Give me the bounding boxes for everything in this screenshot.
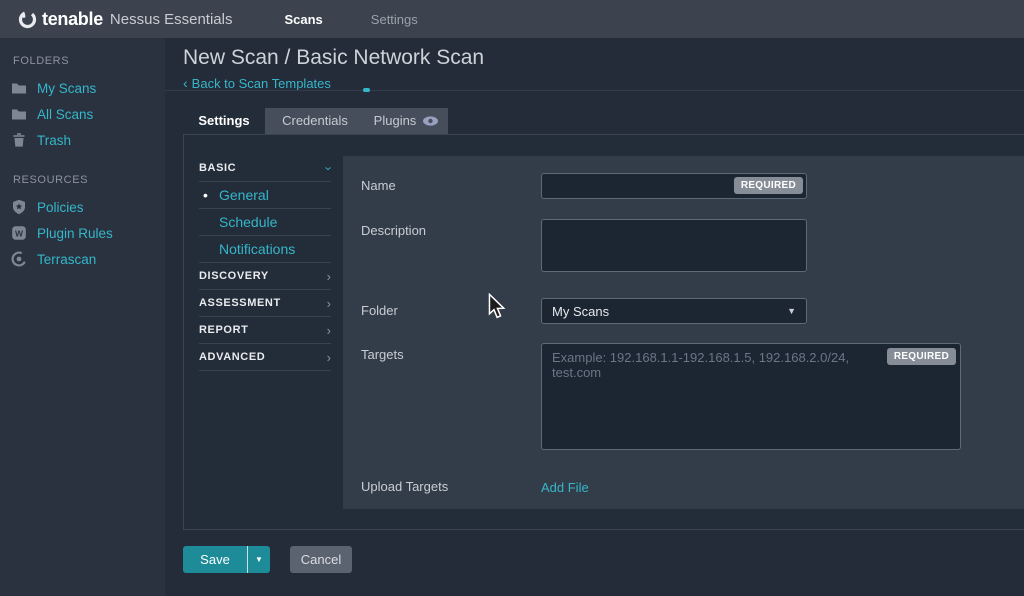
subnav-item-schedule[interactable]: Schedule xyxy=(199,209,331,236)
save-split-button: Save ▼ xyxy=(183,546,270,573)
subnav-section-label: ASSESSMENT xyxy=(199,290,281,317)
form-actions: Save ▼ Cancel xyxy=(183,546,352,573)
resources-group-title: RESOURCES xyxy=(0,171,165,189)
sidebar-item-label: Plugin Rules xyxy=(37,226,113,241)
sidebar-item-policies[interactable]: Policies xyxy=(0,194,165,220)
folder-selected-value: My Scans xyxy=(552,304,609,319)
sidebar-item-plugin-rules[interactable]: W Plugin Rules xyxy=(0,220,165,246)
tab-label: Settings xyxy=(198,108,249,134)
nessus-app: tenable Nessus Essentials Scans Settings… xyxy=(0,0,1024,596)
sidebar-group-resources: RESOURCES Policies W Plugin Rule xyxy=(0,171,165,272)
tab-plugins[interactable]: Plugins xyxy=(365,108,448,134)
description-input[interactable] xyxy=(541,219,807,272)
trash-icon xyxy=(11,132,27,148)
required-badge: REQUIRED xyxy=(887,348,956,365)
tab-credentials[interactable]: Credentials xyxy=(265,108,365,134)
add-file-link[interactable]: Add File xyxy=(541,480,589,495)
tenable-logo[interactable]: tenable Nessus Essentials xyxy=(18,9,232,30)
sidebar-item-terrascan[interactable]: Terrascan xyxy=(0,246,165,272)
tenable-logo-icon xyxy=(18,10,37,29)
active-bullet-icon: • xyxy=(203,182,208,209)
svg-text:W: W xyxy=(15,228,24,238)
brand-name: tenable xyxy=(42,9,103,30)
shield-icon xyxy=(11,199,27,215)
subnav-item-notifications[interactable]: Notifications xyxy=(199,236,331,263)
settings-subnav: BASIC › • General Schedule Notifications xyxy=(199,155,331,371)
terrascan-icon xyxy=(11,251,27,267)
subnav-section-report[interactable]: REPORT › xyxy=(199,317,331,344)
chevron-right-icon: › xyxy=(327,317,331,344)
chevron-right-icon: › xyxy=(327,263,331,290)
subnav-section-discovery[interactable]: DISCOVERY › xyxy=(199,263,331,290)
brand-product: Nessus Essentials xyxy=(110,11,233,28)
sidebar-item-label: Terrascan xyxy=(37,252,96,267)
folders-group-title: FOLDERS xyxy=(0,52,165,70)
dropdown-caret-icon: ▼ xyxy=(787,306,796,316)
cancel-button[interactable]: Cancel xyxy=(290,546,352,573)
nav-scans[interactable]: Scans xyxy=(260,12,346,27)
tab-label: Credentials xyxy=(282,108,348,134)
subnav-section-label: REPORT xyxy=(199,317,248,344)
dropdown-caret-icon: ▼ xyxy=(255,555,263,564)
subnav-item-label: Notifications xyxy=(219,236,295,263)
main-content: New Scan / Basic Network Scan ‹ Back to S… xyxy=(165,38,1024,596)
chevron-down-icon: › xyxy=(315,166,342,170)
upload-targets-row: Upload Targets Add File xyxy=(361,479,1024,497)
save-options-button[interactable]: ▼ xyxy=(247,546,270,573)
subnav-section-label: DISCOVERY xyxy=(199,263,269,290)
save-button[interactable]: Save xyxy=(183,546,247,573)
subnav-section-basic[interactable]: BASIC › xyxy=(199,155,331,182)
plugin-icon: W xyxy=(11,225,27,241)
back-link-label: Back to Scan Templates xyxy=(192,76,331,91)
eye-icon xyxy=(422,115,439,127)
sidebar-item-trash[interactable]: Trash xyxy=(0,127,165,153)
chevron-right-icon: › xyxy=(327,290,331,317)
sidebar-item-label: All Scans xyxy=(37,107,93,122)
description-label: Description xyxy=(361,219,541,277)
top-nav: Scans Settings xyxy=(260,12,441,27)
folder-label: Folder xyxy=(361,298,541,324)
sidebar-item-all-scans[interactable]: All Scans xyxy=(0,101,165,127)
subnav-section-advanced[interactable]: ADVANCED › xyxy=(199,344,331,371)
back-to-templates-link[interactable]: ‹ Back to Scan Templates xyxy=(165,70,1024,91)
targets-label: Targets xyxy=(361,343,541,455)
subnav-section-label: BASIC xyxy=(199,155,236,182)
description-row: Description xyxy=(361,219,1024,277)
tab-settings[interactable]: Settings xyxy=(183,108,265,134)
nav-settings[interactable]: Settings xyxy=(347,12,442,27)
general-settings-form: Name REQUIRED Description Folder xyxy=(343,156,1024,509)
chevron-right-icon: › xyxy=(327,344,331,371)
sidebar-item-label: My Scans xyxy=(37,81,96,96)
back-chevron-icon: ‹ xyxy=(183,75,188,91)
required-badge: REQUIRED xyxy=(734,177,803,194)
upload-targets-label: Upload Targets xyxy=(361,479,541,497)
scan-settings-panel: Settings Credentials Plugins xyxy=(183,108,1024,530)
header-divider xyxy=(165,90,1024,91)
sidebar-item-label: Trash xyxy=(37,133,71,148)
tab-label: Plugins xyxy=(374,108,417,134)
folder-select[interactable]: My Scans ▼ xyxy=(541,298,807,324)
sidebar-item-my-scans[interactable]: My Scans xyxy=(0,75,165,101)
sidebar-item-label: Policies xyxy=(37,200,84,215)
page-title: New Scan / Basic Network Scan xyxy=(165,38,1024,70)
folder-icon xyxy=(11,80,27,96)
tab-bar: Settings Credentials Plugins xyxy=(183,108,1024,134)
panel-body: BASIC › • General Schedule Notifications xyxy=(183,134,1024,530)
name-row: Name REQUIRED xyxy=(361,173,1024,199)
subnav-section-assessment[interactable]: ASSESSMENT › xyxy=(199,290,331,317)
top-bar: tenable Nessus Essentials Scans Settings xyxy=(0,0,1024,38)
folder-row: Folder My Scans ▼ xyxy=(361,298,1024,324)
name-label: Name xyxy=(361,173,541,199)
sidebar: FOLDERS My Scans All Scans xyxy=(0,38,165,596)
subnav-item-general[interactable]: • General xyxy=(199,182,331,209)
divider-indicator-dot xyxy=(363,88,370,92)
folder-icon xyxy=(11,106,27,122)
subnav-item-label: General xyxy=(219,182,269,209)
subnav-item-label: Schedule xyxy=(219,209,277,236)
subnav-section-label: ADVANCED xyxy=(199,344,265,371)
sidebar-group-folders: FOLDERS My Scans All Scans xyxy=(0,52,165,153)
targets-row: Targets REQUIRED xyxy=(361,343,1024,455)
